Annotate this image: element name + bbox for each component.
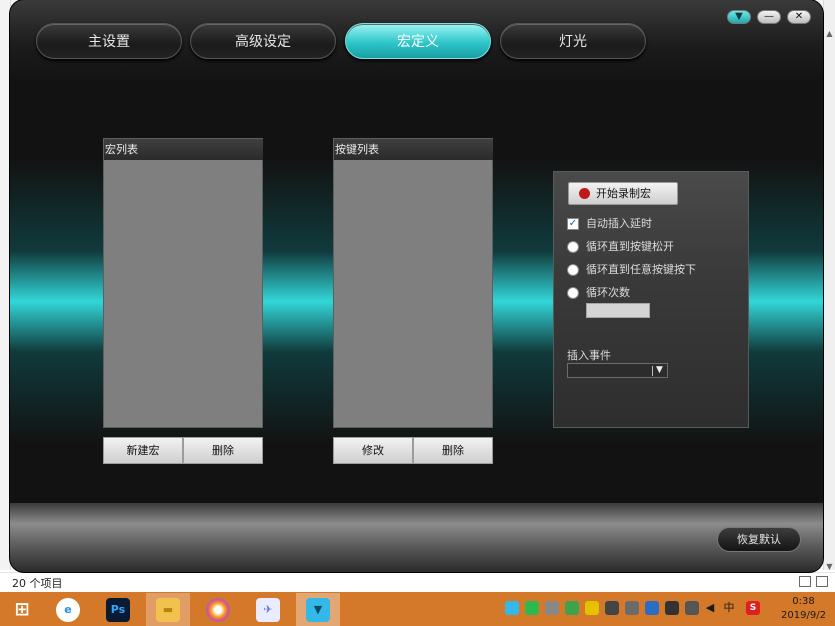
sogou-ime-icon[interactable]: S <box>746 601 760 615</box>
loop-count-input[interactable] <box>586 303 650 318</box>
insert-event-select[interactable]: ▼ <box>567 363 668 378</box>
insert-event-label: 插入事件 <box>567 349 611 362</box>
record-icon <box>579 188 590 199</box>
tray-person-icon[interactable] <box>665 601 679 615</box>
close-button[interactable]: ✕ <box>787 10 811 24</box>
tiles-view-icon[interactable] <box>816 576 828 587</box>
folder-icon: ▬ <box>156 598 180 622</box>
tab-advanced-settings[interactable]: 高级设定 <box>190 23 336 59</box>
loop-until-any-key-label: 循环直到任意按键按下 <box>586 263 696 276</box>
tab-macro-definition[interactable]: 宏定义 <box>345 23 491 59</box>
bird-icon: ✈ <box>256 598 280 622</box>
loop-count-label: 循环次数 <box>586 286 630 299</box>
taskbar-bird-app[interactable]: ✈ <box>246 593 290 626</box>
start-button[interactable]: ⊞ <box>0 593 44 626</box>
item-count: 20 个项目 <box>12 577 63 590</box>
macro-list[interactable]: 宏列表 <box>103 138 263 428</box>
tray-monitor-icon[interactable] <box>545 601 559 615</box>
clock[interactable]: 0:38 2019/9/2 <box>776 595 831 623</box>
photoshop-icon: Ps <box>106 598 130 622</box>
clock-date: 2019/9/2 <box>781 610 826 621</box>
explorer-status-bar <box>0 572 835 593</box>
taskbar-photoshop[interactable]: Ps <box>96 593 140 626</box>
volume-icon[interactable]: ◀ <box>703 601 717 615</box>
tab-label: 主设置 <box>88 34 130 50</box>
loop-until-any-key-radio[interactable] <box>567 264 579 276</box>
auto-delay-checkbox[interactable]: ✓ <box>567 218 579 230</box>
loop-until-release-label: 循环直到按键松开 <box>586 240 674 253</box>
macro-driver-window: 主设置 高级设定 宏定义 灯光 ▼ — ✕ 宏列表 新建宏 删除 按键列表 修改… <box>10 0 823 572</box>
key-list[interactable]: 按键列表 <box>333 138 493 428</box>
delete-key-button[interactable]: 删除 <box>413 437 493 464</box>
tab-lighting[interactable]: 灯光 <box>500 23 646 59</box>
browser-icon: e <box>56 598 80 622</box>
tray-app-icon[interactable] <box>605 601 619 615</box>
bottom-bar <box>10 503 823 572</box>
tray-cloud-icon[interactable] <box>645 601 659 615</box>
macro-list-actions: 新建宏 删除 <box>103 437 263 464</box>
tray-qq-icon[interactable] <box>585 601 599 615</box>
delete-macro-button[interactable]: 删除 <box>183 437 263 464</box>
select-divider <box>652 366 653 376</box>
scroll-down-icon[interactable]: ▼ <box>825 562 834 571</box>
restore-defaults-button[interactable]: 恢复默认 <box>717 527 801 552</box>
tray-network-icon[interactable] <box>625 601 639 615</box>
tray-wechat-icon[interactable] <box>525 601 539 615</box>
loop-until-release-radio[interactable] <box>567 241 579 253</box>
tray-driver-icon[interactable] <box>505 601 519 615</box>
loop-count-radio[interactable] <box>567 287 579 299</box>
windows-icon: ⊞ <box>14 599 30 620</box>
color-wheel-icon: ● <box>206 598 230 622</box>
new-macro-button[interactable]: 新建宏 <box>103 437 183 464</box>
tab-label: 高级设定 <box>235 34 291 50</box>
key-list-header: 按键列表 <box>334 139 493 160</box>
tab-main-settings[interactable]: 主设置 <box>36 23 182 59</box>
details-view-icon[interactable] <box>799 576 811 587</box>
modify-key-button[interactable]: 修改 <box>333 437 413 464</box>
auto-delay-label: 自动插入延时 <box>586 217 652 230</box>
tab-label: 宏定义 <box>397 34 439 50</box>
tray-security-icon[interactable] <box>565 601 579 615</box>
record-label: 开始录制宏 <box>596 187 651 200</box>
taskbar-browser[interactable]: e <box>46 593 90 626</box>
ime-indicator[interactable]: 中 <box>722 601 736 615</box>
explorer-scrollbar[interactable] <box>823 0 835 570</box>
keyboard-driver-icon: ▼ <box>306 598 330 622</box>
taskbar-active-app[interactable]: ▼ <box>296 593 340 626</box>
taskbar-file-explorer[interactable]: ▬ <box>146 593 190 626</box>
key-list-actions: 修改 删除 <box>333 437 493 464</box>
tab-label: 灯光 <box>559 34 587 50</box>
macro-options-panel: 开始录制宏 ✓ 自动插入延时 循环直到按键松开 循环直到任意按键按下 循环次数 … <box>553 171 749 428</box>
macro-list-header: 宏列表 <box>104 139 263 160</box>
tray-display-icon[interactable] <box>685 601 699 615</box>
start-record-button[interactable]: 开始录制宏 <box>568 182 678 205</box>
menu-dropdown-icon[interactable]: ▼ <box>727 10 751 24</box>
minimize-button[interactable]: — <box>757 10 781 24</box>
taskbar-color-app[interactable]: ● <box>196 593 240 626</box>
clock-time: 0:38 <box>792 596 815 607</box>
dropdown-arrow-icon[interactable]: ▼ <box>656 364 663 377</box>
scroll-up-icon[interactable]: ▲ <box>825 29 834 38</box>
